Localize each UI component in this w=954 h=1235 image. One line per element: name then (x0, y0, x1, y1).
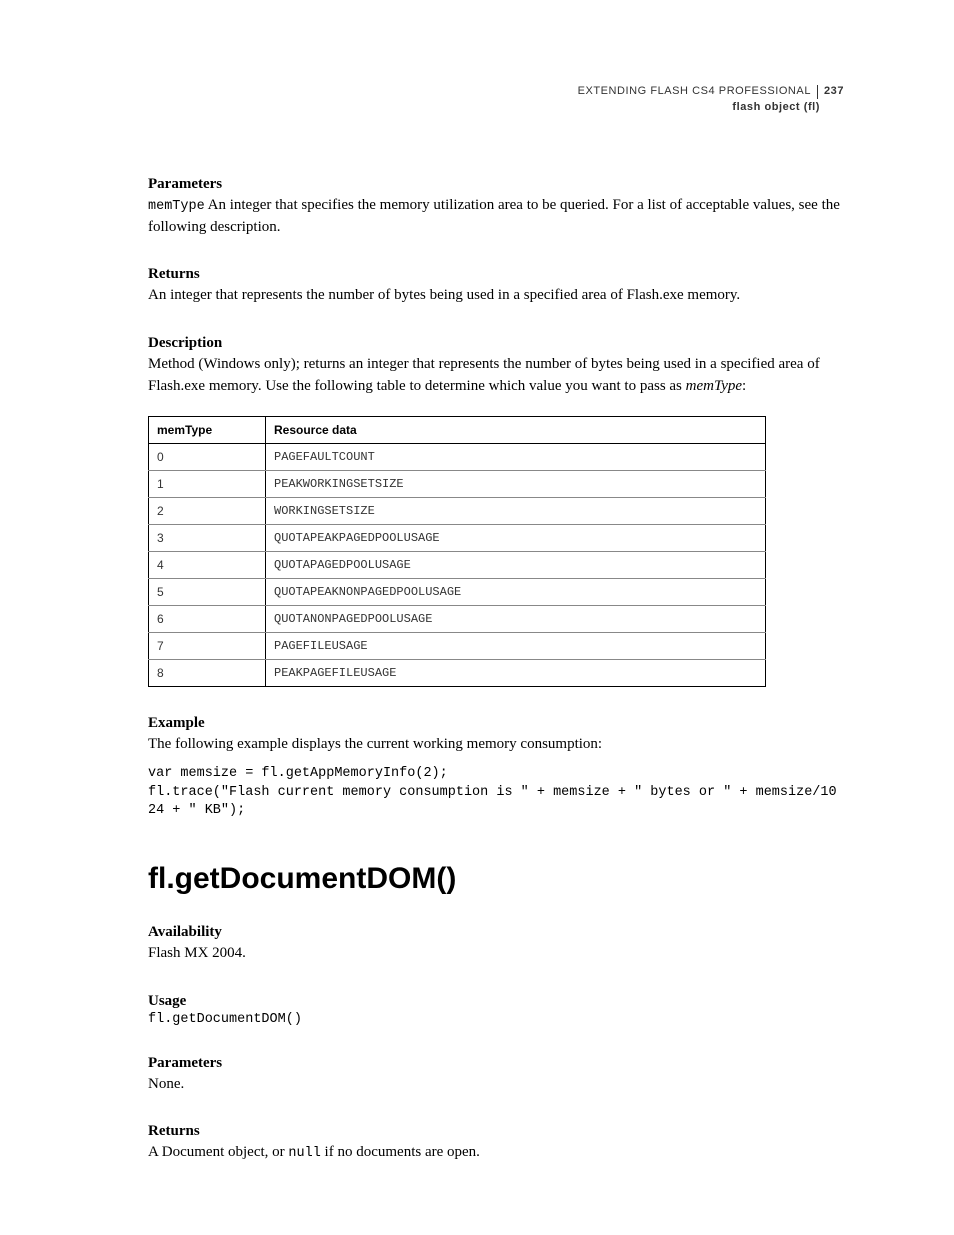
table-row: 3QUOTAPEAKPAGEDPOOLUSAGE (149, 524, 766, 551)
returns2-heading: Returns (148, 1123, 844, 1140)
description-body: Method (Windows only); returns an intege… (148, 354, 844, 398)
cell-memtype: 1 (149, 470, 266, 497)
returns2-body: A Document object, or null if no documen… (148, 1142, 844, 1164)
cell-memtype: 6 (149, 605, 266, 632)
header-divider (817, 85, 818, 99)
availability-heading: Availability (148, 924, 844, 941)
table-row: 5QUOTAPEAKNONPAGEDPOOLUSAGE (149, 578, 766, 605)
table-row: 7PAGEFILEUSAGE (149, 632, 766, 659)
api-heading: fl.getDocumentDOM() (148, 862, 844, 896)
parameters2-heading: Parameters (148, 1055, 844, 1072)
example-code: var memsize = fl.getAppMemoryInfo(2); fl… (148, 765, 844, 820)
param-description: An integer that specifies the memory uti… (148, 197, 840, 235)
parameters-body: memType An integer that specifies the me… (148, 195, 844, 239)
cell-resource: PEAKWORKINGSETSIZE (266, 470, 766, 497)
table-header-row: memType Resource data (149, 416, 766, 443)
table-header-resource: Resource data (266, 416, 766, 443)
page-content: EXTENDING FLASH CS4 PROFESSIONAL 237 fla… (0, 0, 954, 1224)
returns2-text-a: A Document object, or (148, 1144, 288, 1160)
cell-memtype: 5 (149, 578, 266, 605)
table-row: 6QUOTANONPAGEDPOOLUSAGE (149, 605, 766, 632)
doc-title: EXTENDING FLASH CS4 PROFESSIONAL (578, 84, 811, 99)
usage-heading: Usage (148, 993, 844, 1010)
description-memtype: memType (686, 378, 742, 394)
cell-memtype: 4 (149, 551, 266, 578)
returns-heading: Returns (148, 266, 844, 283)
availability-body: Flash MX 2004. (148, 943, 844, 965)
description-text-b: : (742, 378, 746, 394)
cell-memtype: 8 (149, 659, 266, 686)
table-row: 4QUOTAPAGEDPOOLUSAGE (149, 551, 766, 578)
cell-memtype: 7 (149, 632, 266, 659)
cell-resource: QUOTANONPAGEDPOOLUSAGE (266, 605, 766, 632)
cell-resource: QUOTAPAGEDPOOLUSAGE (266, 551, 766, 578)
table-row: 2WORKINGSETSIZE (149, 497, 766, 524)
cell-resource: QUOTAPEAKNONPAGEDPOOLUSAGE (266, 578, 766, 605)
table-header-memtype: memType (149, 416, 266, 443)
parameters2-body: None. (148, 1074, 844, 1096)
cell-memtype: 3 (149, 524, 266, 551)
cell-resource: QUOTAPEAKPAGEDPOOLUSAGE (266, 524, 766, 551)
cell-resource: WORKINGSETSIZE (266, 497, 766, 524)
returns-body: An integer that represents the number of… (148, 285, 844, 307)
cell-memtype: 2 (149, 497, 266, 524)
cell-memtype: 0 (149, 443, 266, 470)
returns2-text-b: if no documents are open. (321, 1144, 480, 1160)
example-intro: The following example displays the curre… (148, 734, 844, 756)
usage-code: fl.getDocumentDOM() (148, 1012, 844, 1027)
running-header: EXTENDING FLASH CS4 PROFESSIONAL 237 fla… (148, 84, 844, 116)
cell-resource: PEAKPAGEFILEUSAGE (266, 659, 766, 686)
section-name: flash object (fl) (148, 100, 844, 115)
returns2-null: null (288, 1146, 320, 1161)
table-row: 1PEAKWORKINGSETSIZE (149, 470, 766, 497)
table-row: 0PAGEFAULTCOUNT (149, 443, 766, 470)
param-name: memType (148, 199, 205, 214)
table-row: 8PEAKPAGEFILEUSAGE (149, 659, 766, 686)
example-heading: Example (148, 715, 844, 732)
description-heading: Description (148, 335, 844, 352)
parameters-heading: Parameters (148, 176, 844, 193)
memtype-table: memType Resource data 0PAGEFAULTCOUNT 1P… (148, 416, 766, 687)
cell-resource: PAGEFILEUSAGE (266, 632, 766, 659)
cell-resource: PAGEFAULTCOUNT (266, 443, 766, 470)
page-number: 237 (824, 84, 844, 99)
